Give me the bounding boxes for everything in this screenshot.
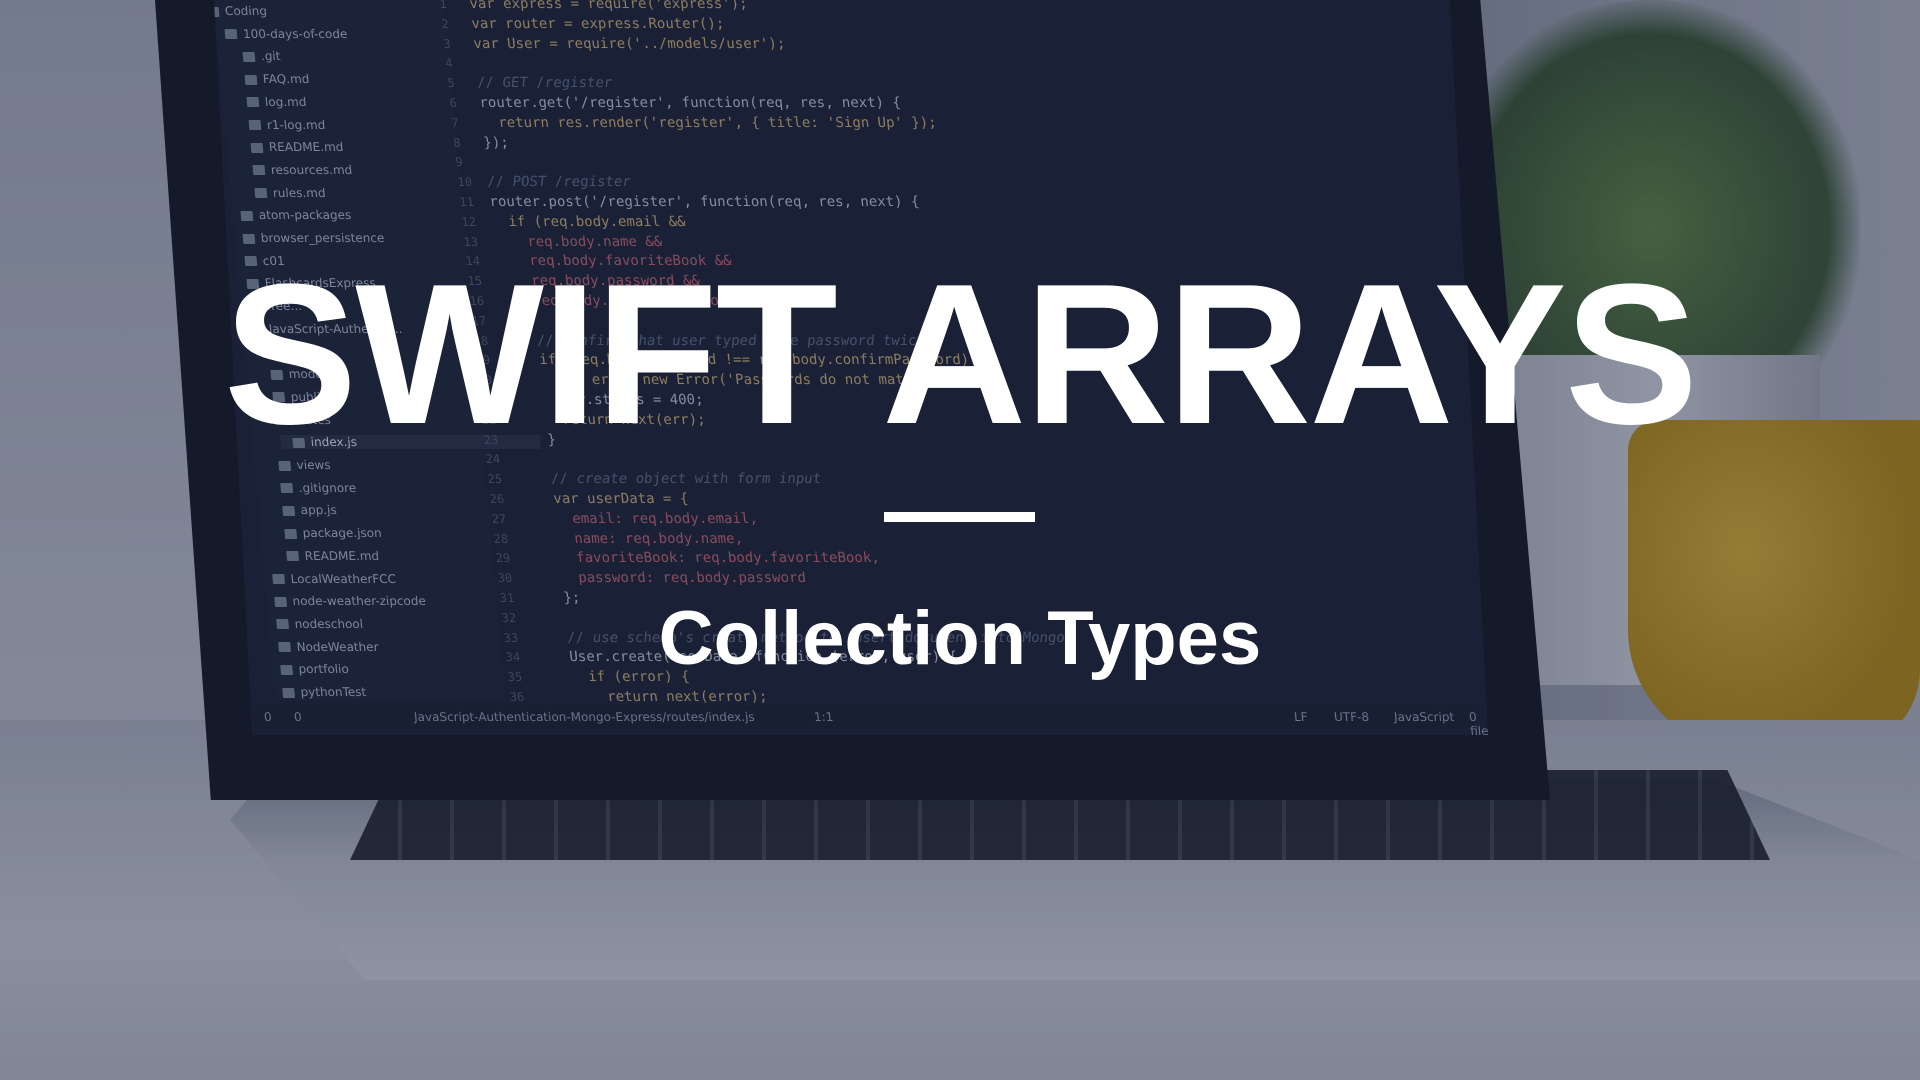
page-title: SWIFT ARRAYS	[223, 243, 1698, 466]
divider	[884, 512, 1035, 522]
overlay-tint	[0, 0, 1920, 1080]
subtitle: Collection Types	[658, 596, 1262, 681]
